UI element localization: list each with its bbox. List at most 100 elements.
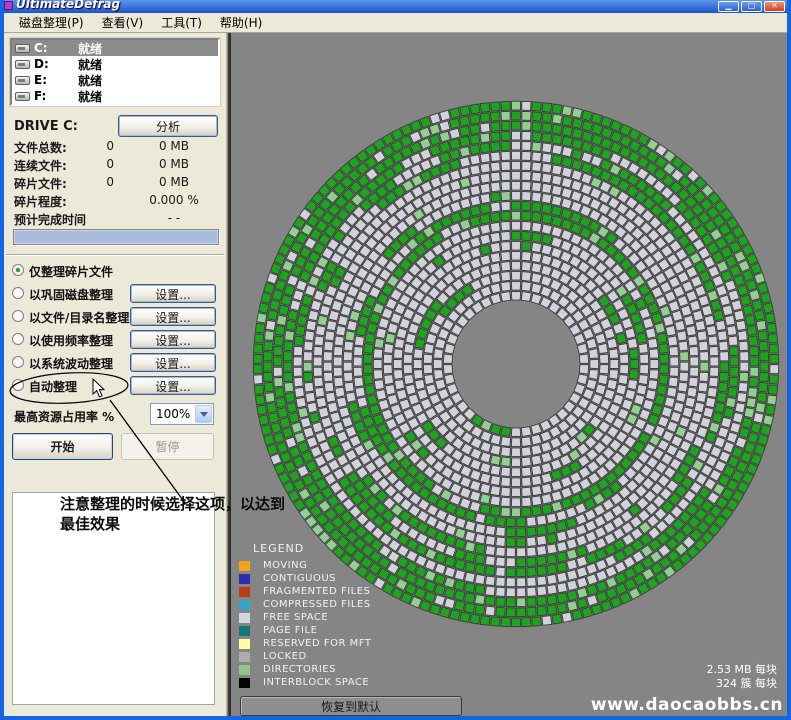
disk-block bbox=[293, 357, 302, 366]
disk-block bbox=[261, 293, 272, 304]
drive-row[interactable]: F:就绪 bbox=[12, 88, 218, 104]
radio-button[interactable] bbox=[12, 264, 24, 276]
disk-block bbox=[501, 252, 511, 262]
disk-block bbox=[751, 423, 762, 434]
disk-block bbox=[572, 149, 583, 160]
disk-block bbox=[282, 427, 293, 438]
disk-block bbox=[551, 195, 562, 206]
disk-block bbox=[506, 588, 515, 597]
disk-block bbox=[749, 346, 758, 355]
disk-block bbox=[582, 110, 593, 121]
radio-button[interactable] bbox=[12, 287, 24, 299]
disk-block bbox=[444, 598, 455, 609]
progress-bar bbox=[13, 229, 219, 245]
disk-block bbox=[666, 326, 676, 336]
disk-block bbox=[287, 403, 297, 413]
restore-defaults-button[interactable]: 恢复到默认 bbox=[240, 696, 462, 716]
menu-item-3[interactable]: 工具(T) bbox=[152, 12, 211, 33]
app-icon bbox=[4, 1, 13, 10]
maximize-button[interactable]: □ bbox=[741, 1, 762, 12]
disk-block bbox=[720, 362, 729, 371]
disk-block bbox=[303, 362, 312, 371]
disk-block bbox=[639, 375, 649, 385]
disk-block bbox=[460, 198, 471, 209]
disk-block bbox=[616, 333, 627, 344]
disk-block bbox=[760, 425, 771, 436]
resource-usage-combo[interactable]: 100% bbox=[150, 403, 214, 425]
disk-block bbox=[480, 265, 491, 276]
disk-block bbox=[424, 581, 436, 592]
drive-row[interactable]: E:就绪 bbox=[12, 72, 218, 88]
disk-block bbox=[527, 587, 537, 596]
disk-block bbox=[717, 392, 727, 402]
disk-block bbox=[512, 171, 521, 180]
settings-button[interactable]: 设置... bbox=[130, 307, 216, 326]
disk-block bbox=[561, 208, 572, 219]
disk-block bbox=[522, 437, 532, 447]
disk-block bbox=[542, 153, 552, 163]
disk-block bbox=[689, 346, 698, 356]
settings-button[interactable]: 设置... bbox=[130, 330, 216, 349]
menu-item-4[interactable]: 帮助(H) bbox=[211, 12, 271, 33]
radio-button[interactable] bbox=[12, 333, 24, 345]
menu-item-1[interactable]: 磁盘整理(P) bbox=[10, 12, 93, 33]
disk-block bbox=[572, 139, 583, 150]
disk-block bbox=[434, 595, 445, 606]
disk-block bbox=[634, 323, 645, 334]
minimize-button[interactable]: ▁ bbox=[718, 1, 739, 12]
radio-button[interactable] bbox=[12, 310, 24, 322]
disk-block bbox=[490, 465, 500, 475]
settings-button[interactable]: 设置... bbox=[130, 353, 216, 372]
disk-block bbox=[496, 517, 506, 527]
disk-block bbox=[511, 488, 520, 497]
disk-block bbox=[439, 142, 450, 153]
disk-block bbox=[699, 372, 708, 382]
legend-label: PAGE FILE bbox=[263, 625, 317, 636]
analyze-button[interactable]: 分析 bbox=[118, 115, 218, 137]
disk-block bbox=[581, 152, 592, 163]
disk-block bbox=[506, 608, 515, 617]
menu-item-2[interactable]: 查看(V) bbox=[93, 12, 153, 33]
disk-block bbox=[304, 382, 314, 392]
disk-block bbox=[383, 354, 392, 363]
disk-block bbox=[649, 349, 658, 359]
disk-block bbox=[511, 292, 520, 301]
disk-block bbox=[562, 116, 573, 126]
settings-button[interactable]: 设置... bbox=[130, 284, 216, 303]
close-button[interactable]: ✕ bbox=[764, 1, 785, 12]
disk-block bbox=[740, 362, 749, 371]
disk-block bbox=[625, 389, 636, 400]
drive-row[interactable]: D:就绪 bbox=[12, 56, 218, 72]
disk-block bbox=[667, 387, 677, 397]
disk-block bbox=[364, 375, 374, 385]
disk-block bbox=[541, 255, 552, 266]
disk-block bbox=[288, 310, 298, 321]
disk-block bbox=[728, 387, 738, 397]
disk-block bbox=[562, 612, 572, 622]
drive-list[interactable]: C:就绪D:就绪E:就绪F:就绪 bbox=[10, 38, 220, 106]
disk-block bbox=[532, 132, 542, 142]
disk-block bbox=[576, 535, 587, 546]
disk-block bbox=[480, 452, 491, 463]
start-button[interactable]: 开始 bbox=[12, 433, 113, 460]
disk-block bbox=[255, 395, 265, 405]
disk-block bbox=[705, 397, 715, 407]
disk-block bbox=[501, 181, 510, 190]
disk-block bbox=[470, 206, 481, 217]
disk-block bbox=[542, 616, 552, 626]
chevron-down-icon[interactable] bbox=[195, 405, 212, 423]
disk-block bbox=[600, 354, 609, 363]
disk-block bbox=[704, 315, 714, 326]
settings-button[interactable]: 设置... bbox=[130, 376, 216, 395]
disk-block bbox=[501, 131, 510, 140]
disk-block bbox=[342, 417, 353, 428]
radio-button[interactable] bbox=[12, 379, 24, 391]
disk-block bbox=[571, 170, 582, 181]
disk-block bbox=[491, 202, 501, 212]
disk-block bbox=[571, 191, 582, 202]
drive-row[interactable]: C:就绪 bbox=[12, 40, 218, 56]
disk-block bbox=[331, 300, 342, 311]
radio-button[interactable] bbox=[12, 356, 24, 368]
disk-block bbox=[690, 357, 699, 366]
disk-block bbox=[664, 397, 675, 408]
